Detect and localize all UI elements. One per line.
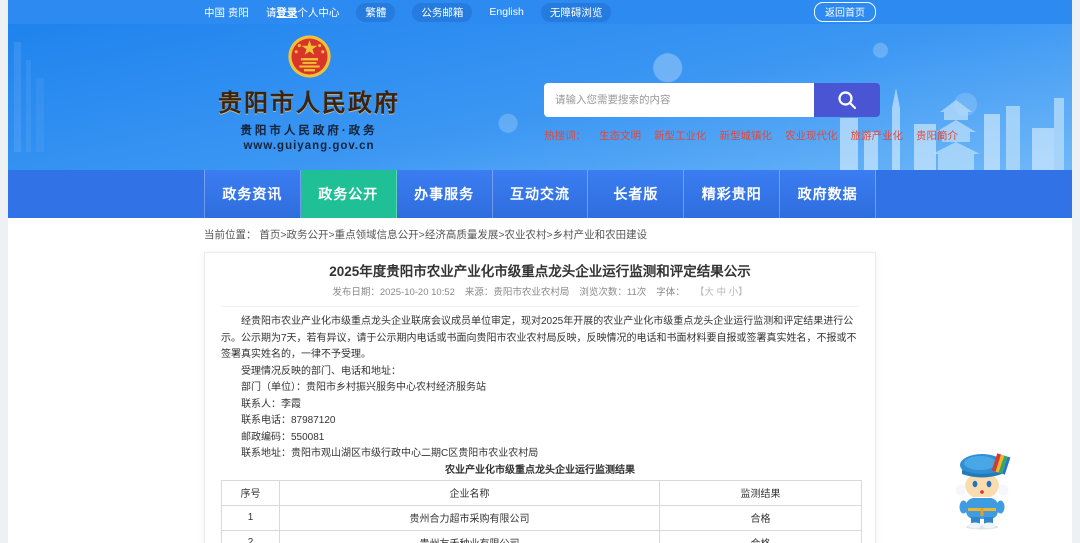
table-cell: 合格 bbox=[659, 504, 862, 531]
monitoring-result-table: 序号企业名称监测结果 1贵州合力超市采购有限公司合格2贵州友禾种业有限公司合格3… bbox=[221, 479, 862, 543]
mascot-assistant-icon[interactable] bbox=[950, 450, 1014, 530]
national-emblem-icon bbox=[287, 35, 331, 78]
topbar-link-text: 公务邮箱 bbox=[421, 6, 464, 19]
top-utility-bar: 中国 贵阳 请登录个人中心 繁體 公务邮箱 English 无障碍浏览 返回首页 bbox=[8, 0, 1072, 24]
topbar-link-text: 无障碍浏览 bbox=[549, 6, 603, 19]
login-link[interactable]: 登录 bbox=[276, 7, 297, 19]
main-nav-inner: 政务资讯 政务公开 办事服务 互动交流 长者版 精彩贵阳 政府数据 bbox=[204, 170, 877, 218]
return-home-button[interactable]: 返回首页 bbox=[814, 2, 876, 22]
font-size-label: 字体： bbox=[656, 287, 685, 298]
nav-item-zhengwu-zixun[interactable]: 政务资讯 bbox=[204, 170, 301, 218]
article-meta: 发布日期：2025-10-20 10:52 来源：贵阳市农业农村局 浏览次数：1… bbox=[221, 287, 859, 307]
link-accessibility[interactable]: 无障碍浏览 bbox=[540, 2, 612, 22]
nav-item-zhengwu-gongkai[interactable]: 政务公开 bbox=[300, 170, 397, 218]
view-count: 浏览次数：11次 bbox=[579, 287, 647, 298]
nav-item-zhangzhe-ban[interactable]: 长者版 bbox=[588, 170, 685, 218]
search-button[interactable] bbox=[814, 83, 880, 117]
topbar-link-text: English bbox=[489, 6, 524, 18]
hot-search-link[interactable]: 旅游产业化 bbox=[851, 128, 904, 143]
topbar-links: 中国 贵阳 请登录个人中心 繁體 公务邮箱 English 无障碍浏览 bbox=[204, 2, 612, 22]
table-header-row: 序号 企业名称 监测结果 bbox=[221, 479, 862, 506]
topbar-link-text: 请 bbox=[265, 6, 277, 19]
nav-item-zhengfu-shuju[interactable]: 政府数据 bbox=[780, 170, 877, 218]
article-paragraph: 联系电话：87987120 bbox=[241, 415, 336, 426]
search-input[interactable] bbox=[544, 83, 814, 117]
article-paragraph: 部门（单位）：贵阳市乡村振兴服务中心农村经济服务站 bbox=[241, 382, 486, 393]
article-source: 来源：贵阳市农业农村局 bbox=[464, 287, 570, 298]
page-content: 当前位置： 首页>政务公开>重点领域信息公开>经济高质量发展>农业农村>乡村产业… bbox=[8, 218, 1072, 543]
link-official-mail[interactable]: 公务邮箱 bbox=[412, 2, 473, 22]
article-card: 2025年度贵阳市农业产业化市级重点龙头企业运行监测和评定结果公示 发布日期：2… bbox=[204, 252, 876, 543]
site-banner: 贵阳市人民政府 贵阳市人民政府·政务 www.guiyang.gov.cn 热搜… bbox=[8, 24, 1072, 170]
table-cell: 2 bbox=[221, 529, 280, 543]
table-cell: 贵州友禾种业有限公司 bbox=[279, 529, 660, 543]
article-paragraph: 受理情况反映的部门、电话和地址： bbox=[241, 365, 401, 377]
nav-item-jingcai-guiyang[interactable]: 精彩贵阳 bbox=[684, 170, 781, 218]
main-nav: 政务资讯 政务公开 办事服务 互动交流 长者版 精彩贵阳 政府数据 bbox=[8, 170, 1072, 218]
banner-left-buildings-decoration bbox=[14, 42, 44, 152]
table-head: 序号 企业名称 监测结果 bbox=[221, 479, 862, 506]
hot-search-link[interactable]: 农业现代化 bbox=[785, 128, 838, 143]
table-body: 1贵州合力超市采购有限公司合格2贵州友禾种业有限公司合格3贵州松果鲜农产品有限公… bbox=[221, 504, 862, 543]
nav-item-hudong-jiaoliu[interactable]: 互动交流 bbox=[492, 170, 589, 218]
site-logo-block: 贵阳市人民政府 贵阳市人民政府·政务 www.guiyang.gov.cn bbox=[204, 33, 414, 152]
hot-search-label: 热搜词： bbox=[544, 130, 586, 142]
topbar-link-text: 繁體 bbox=[365, 6, 387, 19]
table-header-cell: 企业名称 bbox=[279, 479, 660, 506]
table-header-cell: 序号 bbox=[221, 479, 280, 506]
site-title: 贵阳市人民政府 bbox=[218, 90, 400, 117]
table-row: 1 贵州合力超市采购有限公司 合格 bbox=[221, 504, 862, 531]
table-cell: 贵州合力超市采购有限公司 bbox=[279, 504, 660, 531]
hot-search-link[interactable]: 生态文明 bbox=[599, 128, 641, 143]
search-icon bbox=[838, 91, 857, 110]
top-utility-bar-inner: 中国 贵阳 请登录个人中心 繁體 公务邮箱 English 无障碍浏览 返回首页 bbox=[204, 0, 876, 24]
article-paragraph: 邮政编码：550081 bbox=[241, 431, 325, 443]
link-login-center[interactable]: 请登录个人中心 bbox=[266, 5, 340, 20]
topbar-link-text: 个人中心 bbox=[297, 6, 340, 19]
article-paragraph: 联系人：李霞 bbox=[241, 398, 301, 410]
site-subtitle: 贵阳市人民政府·政务 bbox=[240, 125, 378, 137]
article-body: 经贵阳市农业产业化市级重点龙头企业联席会议成员单位审定，现对2025年开展的农业… bbox=[221, 314, 859, 463]
table-cell: 1 bbox=[221, 504, 280, 531]
breadcrumb-label: 当前位置： bbox=[204, 229, 257, 241]
table-row: 2贵州友禾种业有限公司合格 bbox=[221, 529, 862, 543]
link-traditional-chinese[interactable]: 繁體 bbox=[356, 2, 396, 22]
link-english[interactable]: English bbox=[489, 6, 523, 18]
hot-search-link[interactable]: 新型城镇化 bbox=[720, 128, 773, 143]
link-china-guiyang[interactable]: 中国 贵阳 bbox=[204, 5, 249, 20]
hot-search-link[interactable]: 贵阳简介 bbox=[916, 128, 958, 143]
hot-search-link[interactable]: 新型工业化 bbox=[654, 128, 707, 143]
table-cell: 合格 bbox=[659, 529, 862, 543]
result-table-title: 农业产业化市级重点龙头企业运行监测结果 bbox=[445, 464, 635, 476]
topbar-link-text: 中国 贵阳 bbox=[204, 6, 249, 19]
article-title: 2025年度贵阳市农业产业化市级重点龙头企业运行监测和评定结果公示 bbox=[329, 264, 751, 279]
search-block: 热搜词： 生态文明新型工业化新型城镇化农业现代化旅游产业化贵阳简介 bbox=[544, 83, 958, 143]
nav-item-banshi-fuwu[interactable]: 办事服务 bbox=[396, 170, 493, 218]
article-paragraph: 联系地址：贵阳市观山湖区市级行政中心二期C区贵阳市农业农村局 bbox=[241, 448, 539, 459]
breadcrumb: 当前位置： 首页>政务公开>重点领域信息公开>经济高质量发展>农业农村>乡村产业… bbox=[204, 218, 876, 252]
site-url: www.guiyang.gov.cn bbox=[243, 140, 375, 152]
search-row bbox=[544, 83, 880, 117]
font-size-controls[interactable]: 【大 中 小】 bbox=[695, 287, 748, 299]
publish-date: 发布日期：2025-10-20 10:52 bbox=[332, 287, 455, 298]
article-paragraph: 经贵阳市农业产业化市级重点龙头企业联席会议成员单位审定，现对2025年开展的农业… bbox=[221, 316, 857, 360]
banner-inner: 贵阳市人民政府 贵阳市人民政府·政务 www.guiyang.gov.cn 热搜… bbox=[204, 24, 958, 170]
table-header-cell: 监测结果 bbox=[659, 479, 862, 506]
breadcrumb-path[interactable]: 首页>政务公开>重点领域信息公开>经济高质量发展>农业农村>乡村产业和农田建设 bbox=[259, 229, 647, 241]
browser-viewport: 中国 贵阳 请登录个人中心 繁體 公务邮箱 English 无障碍浏览 返回首页 bbox=[8, 0, 1072, 543]
hot-search-row: 热搜词： 生态文明 新型工业化 新型城镇化 农业现代化 旅游产业化 贵阳简介 bbox=[544, 128, 958, 143]
